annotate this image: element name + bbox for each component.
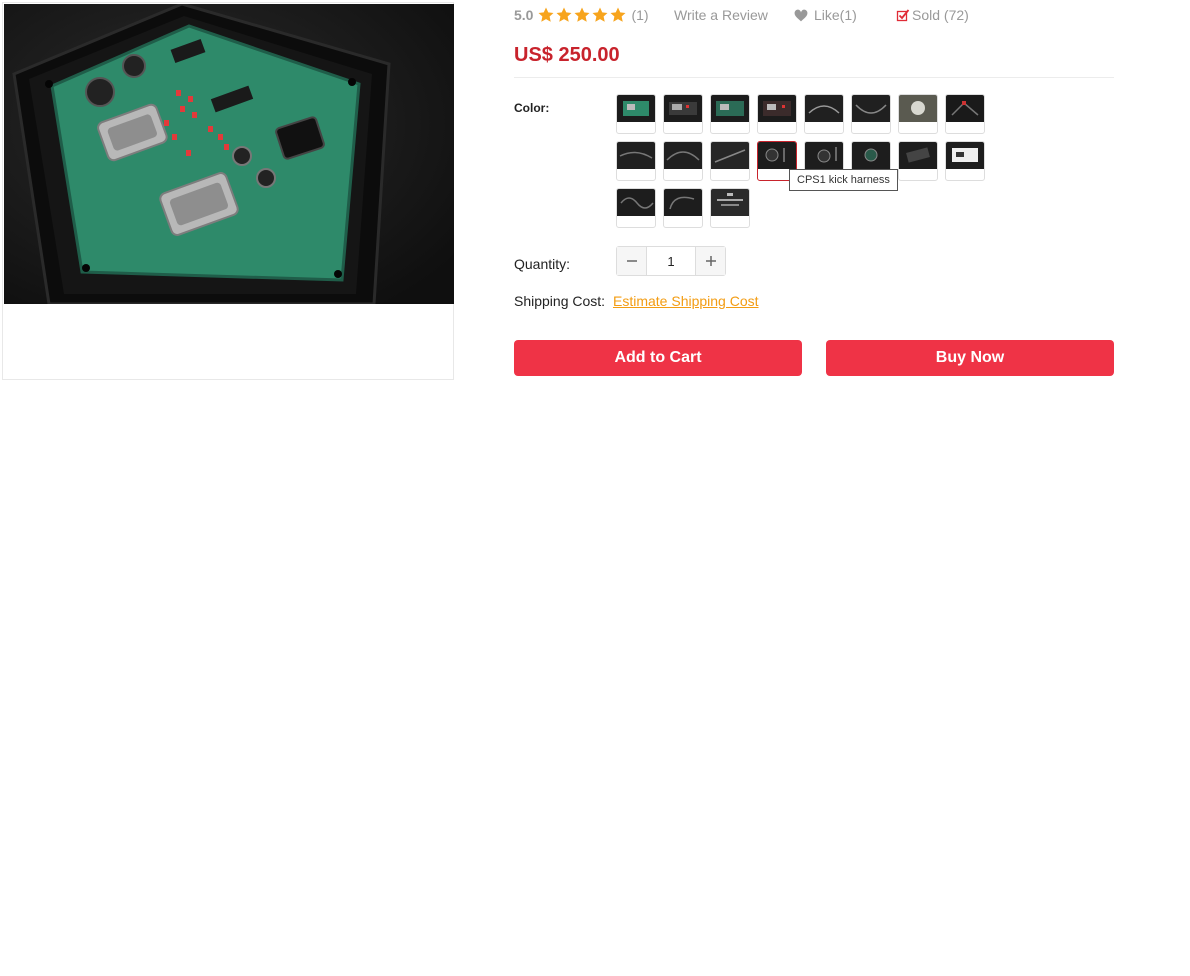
swatch-thumbnail bbox=[899, 95, 937, 122]
swatch-thumbnail bbox=[711, 189, 749, 216]
star-icon bbox=[592, 7, 608, 22]
swatch-thumbnail bbox=[758, 95, 796, 122]
buy-now-button[interactable]: Buy Now bbox=[826, 340, 1114, 376]
checkbox-check-icon bbox=[896, 9, 910, 22]
color-swatch[interactable] bbox=[616, 188, 656, 228]
color-swatch[interactable] bbox=[757, 94, 797, 134]
color-swatch[interactable] bbox=[663, 141, 703, 181]
star-icon bbox=[538, 7, 554, 22]
swatch-thumbnail bbox=[617, 189, 655, 216]
swatch-thumbnail bbox=[664, 95, 702, 122]
like-count: Like(1) bbox=[814, 7, 857, 23]
rating-score: 5.0 bbox=[514, 7, 534, 23]
swatch-thumbnail bbox=[946, 142, 984, 169]
review-count[interactable]: (1) bbox=[631, 7, 648, 23]
swatch-thumbnail bbox=[946, 95, 984, 122]
product-photo-illustration bbox=[4, 4, 454, 304]
color-swatch[interactable] bbox=[710, 94, 750, 134]
sold-count: Sold (72) bbox=[912, 7, 969, 23]
swatch-thumbnail bbox=[664, 142, 702, 169]
quantity-decrease-button[interactable] bbox=[617, 247, 647, 275]
swatch-thumbnail bbox=[711, 95, 749, 122]
minus-icon bbox=[626, 260, 637, 262]
divider bbox=[514, 77, 1114, 78]
color-swatch[interactable] bbox=[945, 141, 985, 181]
swatch-thumbnail bbox=[617, 142, 655, 169]
quantity-increase-button[interactable] bbox=[695, 247, 725, 275]
swatch-thumbnail bbox=[899, 142, 937, 169]
shipping-cost-label: Shipping Cost: bbox=[514, 293, 606, 309]
swatch-thumbnail bbox=[805, 142, 843, 169]
estimate-shipping-link[interactable]: Estimate Shipping Cost bbox=[613, 293, 759, 309]
swatch-tooltip: CPS1 kick harness bbox=[789, 169, 898, 191]
swatch-thumbnail bbox=[852, 142, 890, 169]
plus-icon bbox=[705, 256, 716, 266]
quantity-stepper bbox=[616, 246, 726, 276]
swatch-thumbnail bbox=[805, 95, 843, 122]
color-swatch[interactable] bbox=[945, 94, 985, 134]
color-swatch[interactable] bbox=[710, 141, 750, 181]
product-price: US$ 250.00 bbox=[514, 44, 620, 66]
swatch-thumbnail bbox=[758, 142, 796, 169]
heart-icon bbox=[794, 9, 808, 21]
quantity-label: Quantity: bbox=[514, 256, 571, 272]
sold-indicator: Sold (72) bbox=[896, 7, 969, 23]
like-button[interactable]: Like(1) bbox=[794, 7, 857, 23]
swatch-thumbnail bbox=[664, 189, 702, 216]
color-swatch[interactable] bbox=[851, 94, 891, 134]
color-swatch[interactable] bbox=[898, 141, 938, 181]
color-swatch[interactable] bbox=[663, 188, 703, 228]
color-swatch[interactable] bbox=[663, 94, 703, 134]
swatch-thumbnail bbox=[617, 95, 655, 122]
color-swatch[interactable] bbox=[616, 94, 656, 134]
rating-stars bbox=[537, 6, 627, 24]
color-label: Color: bbox=[514, 101, 550, 115]
quantity-input[interactable] bbox=[647, 247, 695, 275]
star-icon bbox=[610, 7, 626, 22]
add-to-cart-button[interactable]: Add to Cart bbox=[514, 340, 802, 376]
color-swatch[interactable] bbox=[710, 188, 750, 228]
swatch-thumbnail bbox=[852, 95, 890, 122]
product-gallery bbox=[2, 2, 454, 380]
product-main-image[interactable] bbox=[4, 4, 454, 304]
write-review-link[interactable]: Write a Review bbox=[674, 7, 768, 23]
star-icon bbox=[556, 7, 572, 22]
color-swatch[interactable] bbox=[616, 141, 656, 181]
color-swatch[interactable] bbox=[804, 94, 844, 134]
swatch-thumbnail bbox=[711, 142, 749, 169]
rating-row: 5.0 (1) bbox=[514, 5, 649, 25]
color-swatch[interactable] bbox=[898, 94, 938, 134]
star-icon bbox=[574, 7, 590, 22]
